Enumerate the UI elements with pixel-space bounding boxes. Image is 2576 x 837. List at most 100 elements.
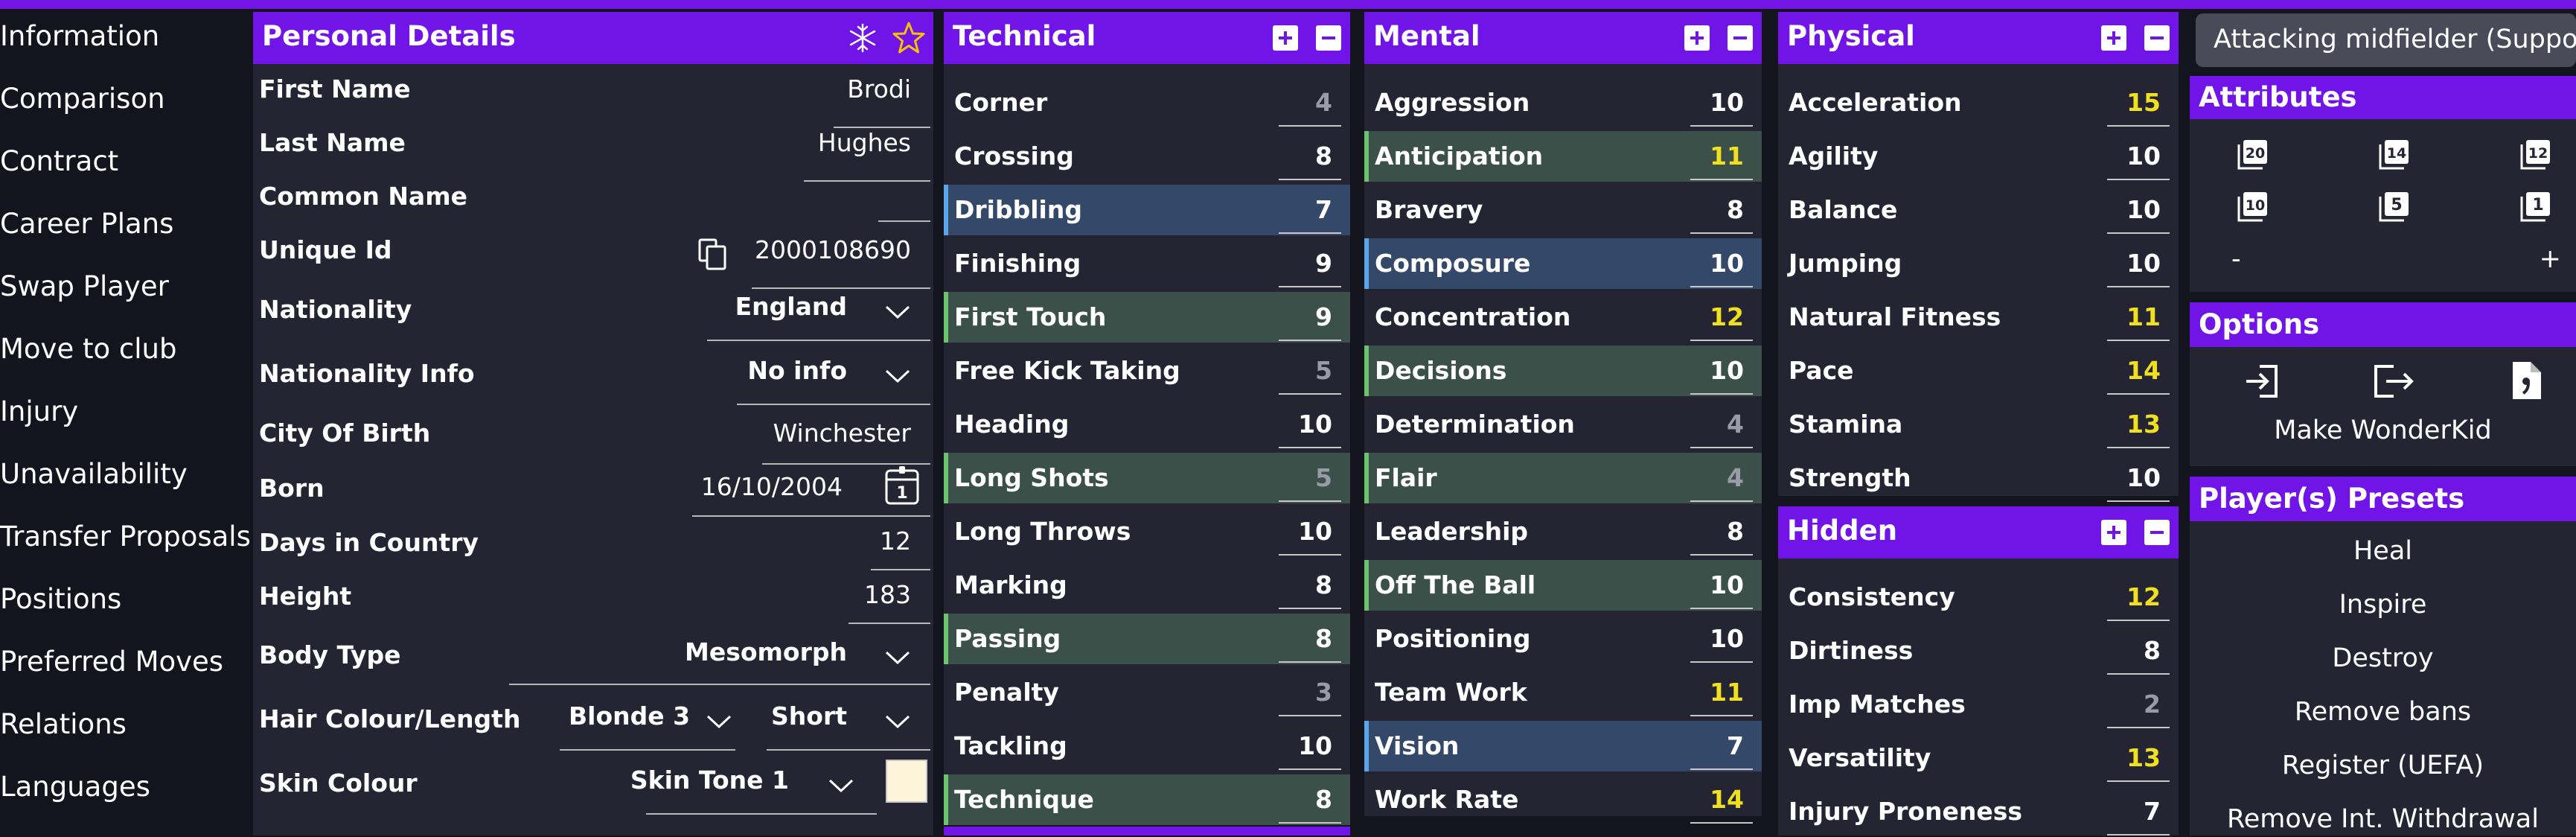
skin-colour-swatch[interactable] [886,760,927,803]
attribute-value-input[interactable]: 14 [2126,356,2161,385]
role-selector[interactable]: Attacking midfielder (Support) [2196,13,2576,67]
attribute-value-input[interactable]: 8 [1315,785,1332,814]
nav-item-languages[interactable]: Languages [0,771,150,803]
preset-20-icon[interactable]: 20 [2236,137,2270,171]
preset-destroy-button[interactable]: Destroy [2190,643,2576,673]
nationality-select[interactable]: England [735,292,847,321]
preset-remove-int-withdrawal-button[interactable]: Remove Int. Withdrawal [2190,804,2576,834]
attribute-value-input[interactable]: 8 [1727,517,1744,546]
attribute-value-input[interactable]: 8 [1315,624,1332,653]
attribute-value-input[interactable]: 10 [1710,356,1744,385]
chevron-down-icon[interactable] [706,713,732,730]
preset-14-icon[interactable]: 14 [2377,137,2412,171]
attribute-value-input[interactable]: 5 [1315,356,1332,385]
attribute-value-input[interactable]: 5 [1315,463,1332,492]
attribute-value-input[interactable]: 12 [1710,302,1744,331]
hair-length-select[interactable]: Short [771,701,847,731]
nav-item-career-plans[interactable]: Career Plans [0,208,173,240]
preset-5-icon[interactable]: 5 [2377,189,2412,223]
attribute-value-input[interactable]: 10 [2126,195,2161,224]
increase-all-button[interactable]: + [2540,244,2561,274]
nav-item-comparison[interactable]: Comparison [0,83,165,115]
attribute-value-input[interactable]: 10 [1710,88,1744,117]
chevron-down-icon[interactable] [884,649,911,666]
import-icon[interactable] [2243,362,2282,401]
attribute-value-input[interactable]: 7 [1315,195,1332,224]
preset-register-uefa-button[interactable]: Register (UEFA) [2190,751,2576,780]
last-name-field[interactable]: Hughes [818,128,911,157]
csv-file-icon[interactable] [2508,359,2544,402]
attribute-value-input[interactable]: 10 [1298,410,1332,439]
hair-colour-select[interactable]: Blonde 3 [569,701,690,731]
city-of-birth-field[interactable]: Winchester [773,418,911,448]
attribute-value-input[interactable]: 4 [1727,410,1744,439]
attribute-value-input[interactable]: 13 [2126,410,2161,439]
unique-id-field[interactable]: 2000108690 [755,235,911,264]
calendar-icon[interactable]: 1 [884,465,920,506]
attribute-value-input[interactable]: 3 [1315,678,1332,707]
attribute-value-input[interactable]: 13 [2126,743,2161,772]
height-field[interactable]: 183 [864,580,911,609]
chevron-down-icon[interactable] [828,777,854,794]
attribute-value-input[interactable]: 11 [1710,141,1744,171]
skin-colour-select[interactable]: Skin Tone 1 [630,766,789,795]
nav-item-swap-player[interactable]: Swap Player [0,270,169,302]
attribute-value-input[interactable]: 14 [1710,785,1744,814]
plus-button[interactable] [1273,25,1298,51]
attribute-value-input[interactable]: 15 [2126,88,2161,117]
nav-item-preferred-moves[interactable]: Preferred Moves [0,646,223,678]
attribute-value-input[interactable]: 11 [2126,302,2161,331]
chevron-down-icon[interactable] [884,304,911,320]
attribute-value-input[interactable]: 2 [2144,690,2161,719]
plus-button[interactable] [2101,25,2126,51]
nav-item-move-to-club[interactable]: Move to club [0,333,176,365]
first-name-field[interactable]: Brodi [847,74,911,104]
minus-button[interactable] [2144,520,2170,545]
born-date-field[interactable]: 16/10/2004 [701,472,843,501]
nav-item-information[interactable]: Information [0,20,159,52]
plus-button[interactable] [2101,520,2126,545]
attribute-value-input[interactable]: 10 [1298,731,1332,760]
star-icon[interactable] [892,21,926,55]
nav-item-positions[interactable]: Positions [0,583,121,615]
attribute-value-input[interactable]: 8 [1315,570,1332,599]
days-in-country-field[interactable]: 12 [880,526,911,556]
attribute-value-input[interactable]: 8 [2144,636,2161,665]
make-wonderkid-button[interactable]: Make WonderKid [2190,416,2576,445]
preset-10-icon[interactable]: 10 [2236,189,2270,223]
attribute-value-input[interactable]: 10 [1298,517,1332,546]
minus-button[interactable] [1728,25,1753,51]
preset-inspire-button[interactable]: Inspire [2190,590,2576,620]
preset-remove-bans-button[interactable]: Remove bans [2190,697,2576,727]
attribute-value-input[interactable]: 7 [2144,797,2161,826]
copy-icon[interactable] [697,237,729,271]
minus-button[interactable] [1316,25,1341,51]
attribute-value-input[interactable]: 10 [1710,570,1744,599]
attribute-value-input[interactable]: 7 [1727,731,1744,760]
nav-item-transfer-proposals[interactable]: Transfer Proposals [0,521,251,553]
nav-item-contract[interactable]: Contract [0,145,118,177]
decrease-all-button[interactable]: - [2231,244,2241,274]
plus-button[interactable] [1684,25,1710,51]
attribute-value-input[interactable]: 8 [1727,195,1744,224]
attribute-value-input[interactable]: 4 [1315,88,1332,117]
preset-1-icon[interactable]: 1 [2519,189,2553,223]
nav-item-unavailability[interactable]: Unavailability [0,458,188,490]
export-icon[interactable] [2371,362,2416,401]
body-type-select[interactable]: Mesomorph [685,637,847,666]
attribute-value-input[interactable]: 10 [2126,463,2161,492]
attribute-value-input[interactable]: 12 [2126,582,2161,611]
chevron-down-icon[interactable] [884,368,911,384]
nav-item-relations[interactable]: Relations [0,708,127,740]
attribute-value-input[interactable]: 10 [1710,624,1744,653]
attribute-value-input[interactable]: 10 [2126,141,2161,171]
attribute-value-input[interactable]: 11 [1710,678,1744,707]
attribute-value-input[interactable]: 4 [1727,463,1744,492]
nationality-info-select[interactable]: No info [747,356,847,385]
attribute-value-input[interactable]: 9 [1315,302,1332,331]
chevron-down-icon[interactable] [884,713,911,730]
preset-12-icon[interactable]: 12 [2519,137,2553,171]
snowflake-icon[interactable] [847,22,878,54]
nav-item-injury[interactable]: Injury [0,395,78,427]
attribute-value-input[interactable]: 8 [1315,141,1332,171]
